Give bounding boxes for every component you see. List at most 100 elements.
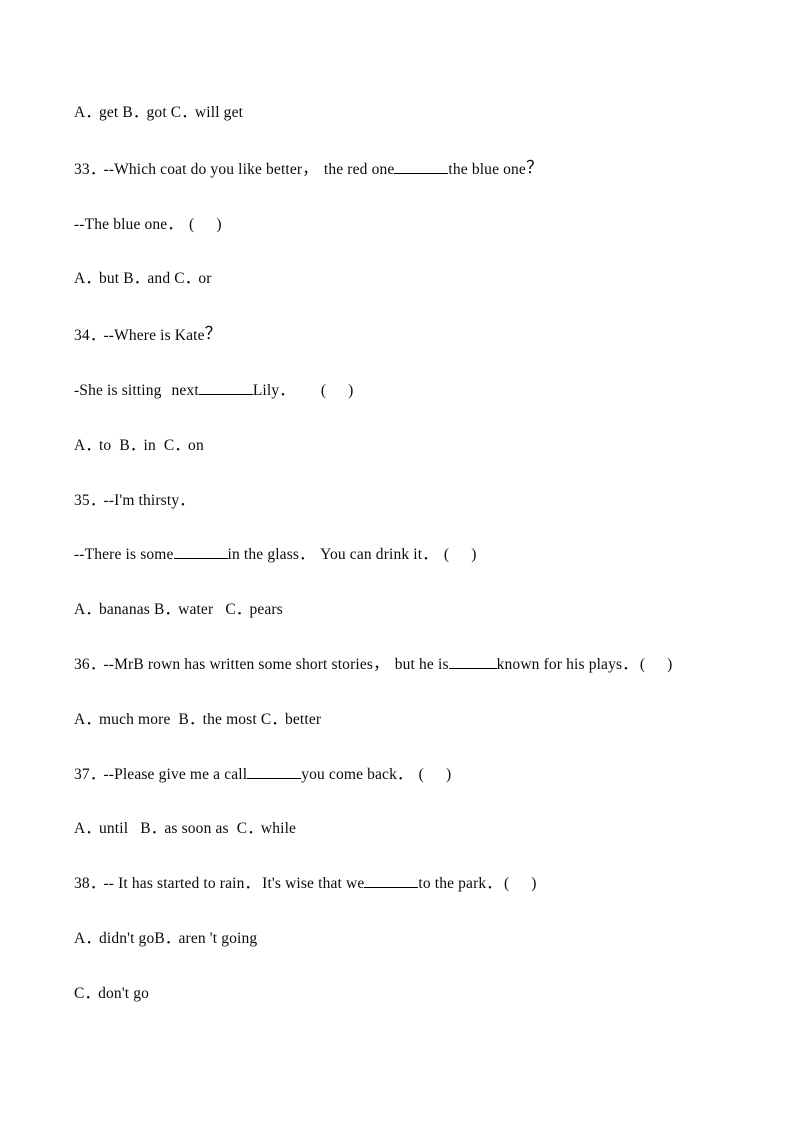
text-run: --The blue one xyxy=(74,215,168,233)
fullwidth-punctuation: ． xyxy=(189,710,205,728)
text-run: 34 xyxy=(74,327,90,345)
text-run: A xyxy=(74,436,86,454)
question-mark: ？ xyxy=(204,324,222,344)
fill-in-blank[interactable] xyxy=(364,872,419,889)
worksheet-body: A． get B． got C． will get 33． --Which coa… xyxy=(74,86,734,1022)
option-line: A． much more B． the most C． better xyxy=(74,693,734,748)
option-line: A． get B． got C． will get xyxy=(74,86,734,141)
fullwidth-punctuation: ． xyxy=(422,546,438,564)
fullwidth-punctuation: ． xyxy=(85,104,101,121)
option-line: A． until B． as soon as C． while xyxy=(74,802,734,857)
text-run: better xyxy=(280,710,322,728)
text-run: C xyxy=(74,984,85,1002)
fullwidth-punctuation: ． xyxy=(85,710,101,728)
text-run: will get xyxy=(190,104,244,121)
fullwidth-punctuation: ， xyxy=(302,160,318,178)
fullwidth-punctuation: ． xyxy=(184,270,201,288)
text-run: didn't goB xyxy=(94,929,165,947)
text-run: -She is sitting xyxy=(74,381,162,399)
fullwidth-punctuation: ． xyxy=(271,710,287,728)
text-run: ) xyxy=(216,215,222,233)
text-run: on xyxy=(184,436,204,454)
text-run: aren 't going xyxy=(174,929,258,947)
text-run: the blue one xyxy=(448,160,526,178)
question-line: 33． --Which coat do you like better， the… xyxy=(74,141,734,198)
fullwidth-punctuation: ． xyxy=(89,491,106,509)
fill-in-blank[interactable] xyxy=(173,544,228,560)
fullwidth-punctuation: ． xyxy=(85,820,101,838)
text-run: you come back xyxy=(301,765,397,783)
text-run: known for his plays xyxy=(496,655,623,673)
fill-in-blank[interactable] xyxy=(247,763,302,779)
answer-line: -She is sitting next Lily． () xyxy=(74,364,734,419)
fullwidth-punctuation: ． xyxy=(244,875,261,893)
text-run: 38 xyxy=(74,875,90,893)
text-run: ( xyxy=(631,655,646,673)
text-run: A xyxy=(74,820,86,838)
fullwidth-punctuation: ． xyxy=(133,270,150,288)
fullwidth-punctuation: ． xyxy=(84,984,101,1002)
text-run: but he is xyxy=(382,655,449,673)
text-run: ( xyxy=(431,546,450,564)
text-run: It's wise that we xyxy=(254,875,365,893)
fill-in-blank[interactable] xyxy=(448,653,497,669)
text-run: You can drink it xyxy=(308,546,423,564)
question-mark: ？ xyxy=(525,157,544,177)
text-run: much more B xyxy=(94,710,190,728)
fullwidth-punctuation: ． xyxy=(247,820,263,838)
answer-line: --The blue one． () xyxy=(74,198,734,253)
text-run: A xyxy=(74,710,86,728)
fullwidth-punctuation: ． xyxy=(89,160,106,178)
text-run: --Please give me a call xyxy=(99,765,248,783)
question-line: 34． --Where is Kate？ xyxy=(74,307,734,364)
fullwidth-punctuation: ． xyxy=(89,765,106,783)
option-line: A． but B． and C． or xyxy=(74,252,734,307)
text-run: --I'm thirsty xyxy=(99,491,180,509)
fullwidth-punctuation: ． xyxy=(181,104,197,121)
option-line: A． bananas B． water C． pears xyxy=(74,583,734,638)
question-line: 38． -- It has started to rain． It's wise… xyxy=(74,857,734,912)
fullwidth-punctuation: ． xyxy=(89,327,106,345)
text-run: in C xyxy=(139,436,175,454)
text-run: until B xyxy=(94,820,151,838)
text-run: get B xyxy=(94,104,133,121)
fullwidth-punctuation: ． xyxy=(85,929,101,947)
text-run: in the glass xyxy=(227,546,300,564)
answer-line: --There is some in the glass． You can dri… xyxy=(74,528,734,583)
text-run: water C xyxy=(174,601,236,619)
text-run: ( xyxy=(320,381,327,399)
text-run: A xyxy=(74,270,86,288)
text-run: A xyxy=(74,929,86,947)
text-run: Lily xyxy=(252,381,280,399)
text-run: next xyxy=(171,381,199,399)
question-line: 36． --MrB rown has written some short st… xyxy=(74,638,734,693)
text-run: ) xyxy=(348,381,354,399)
fullwidth-punctuation: ． xyxy=(132,104,149,121)
text-run: the red one xyxy=(311,160,395,178)
text-run: ( xyxy=(406,765,424,783)
fullwidth-punctuation: ． xyxy=(486,875,502,893)
text-run: ( xyxy=(176,215,195,233)
fullwidth-punctuation: ． xyxy=(235,601,252,619)
fullwidth-punctuation: ． xyxy=(85,270,101,288)
fill-in-blank[interactable] xyxy=(198,379,253,395)
text-run: bananas B xyxy=(94,601,165,619)
text-run: --Where is Kate xyxy=(99,327,205,345)
fullwidth-punctuation: ． xyxy=(396,765,413,783)
text-run: and C xyxy=(143,270,185,288)
question-line: 35． --I'm thirsty． xyxy=(74,474,734,529)
text-run: to B xyxy=(94,436,130,454)
option-line: A． didn't goB． aren 't going xyxy=(74,912,734,967)
text-run: A xyxy=(74,104,86,121)
text-run: ( xyxy=(495,875,510,893)
fullwidth-punctuation: ． xyxy=(164,601,181,619)
fill-in-blank[interactable] xyxy=(394,158,449,174)
fullwidth-punctuation: ． xyxy=(622,655,638,673)
text-run: the most C xyxy=(198,710,272,728)
text-run: don't go xyxy=(94,984,150,1002)
text-run: --MrB rown has written some short storie… xyxy=(99,655,374,673)
fullwidth-punctuation: ． xyxy=(150,820,167,838)
fullwidth-punctuation: ， xyxy=(373,655,389,673)
option-line: A． to B． in C． on xyxy=(74,419,734,474)
text-run: -- It has started to rain xyxy=(99,875,245,893)
